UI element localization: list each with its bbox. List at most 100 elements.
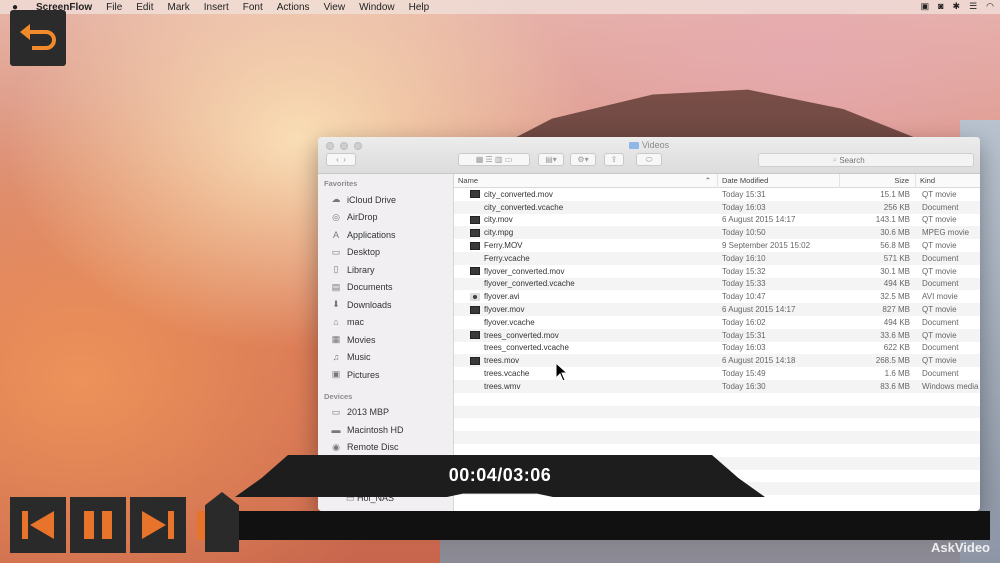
file-movie-icon xyxy=(470,241,480,250)
file-name-cell: trees_converted.mov xyxy=(454,331,718,340)
file-date: 6 August 2015 14:17 xyxy=(722,305,796,315)
file-kind: QT movie xyxy=(922,356,957,366)
file-row[interactable]: Ferry.vcache Today 16:10 571 KB Document xyxy=(454,251,980,265)
sidebar-item-label: Pictures xyxy=(347,369,380,380)
file-row[interactable]: city.mpg Today 10:50 30.6 MB MPEG movie xyxy=(454,226,980,240)
sidebar-item-applications[interactable]: A Applications xyxy=(318,226,453,244)
wifi-icon[interactable]: ◠ xyxy=(986,1,994,12)
sidebar-item-library[interactable]: ▯ Library xyxy=(318,261,453,279)
file-date: 6 August 2015 14:17 xyxy=(722,215,796,225)
file-kind: Document xyxy=(922,202,959,212)
screen-mirror-icon[interactable]: ▣ xyxy=(921,1,930,12)
finder-toolbar: Videos ‹ › ▦ ☰ ▥ ▭ ▤▾ ⚙▾ ⇪ ⬭ ⌕ xyxy=(318,137,980,174)
share-button[interactable]: ⇪ xyxy=(604,153,624,166)
coverflow-view-icon[interactable]: ▭ xyxy=(505,155,513,164)
action-button[interactable]: ⚙▾ xyxy=(570,153,596,166)
empty-row xyxy=(454,431,980,444)
file-name: flyover_converted.vcache xyxy=(484,279,575,289)
menu-window[interactable]: Window xyxy=(359,2,395,13)
file-size: 268.5 MB xyxy=(875,356,910,366)
icon-view-icon[interactable]: ▦ xyxy=(476,155,484,164)
list-view-icon[interactable]: ☰ xyxy=(486,155,493,164)
file-row[interactable]: trees.mov 6 August 2015 14:18 268.5 MB QT m… xyxy=(454,354,980,368)
progress-knob[interactable] xyxy=(205,492,239,552)
chevron-left-icon[interactable]: ‹ xyxy=(336,155,339,164)
file-row[interactable]: city_converted.vcache Today 16:03 256 KB Do… xyxy=(454,200,980,214)
column-name[interactable]: Name ⌃ xyxy=(454,173,718,188)
sidebar-item-desktop[interactable]: ▭ Desktop xyxy=(318,244,453,262)
file-kind: Document xyxy=(922,279,959,289)
chevron-right-icon[interactable]: › xyxy=(343,155,346,164)
search-field[interactable]: ⌕ xyxy=(758,153,974,167)
menu-edit[interactable]: Edit xyxy=(136,2,153,13)
pause-button[interactable] xyxy=(70,497,126,553)
tags-button[interactable]: ⬭ xyxy=(636,153,662,166)
column-date-modified[interactable]: Date Modified xyxy=(718,173,840,188)
file-date: Today 16:03 xyxy=(722,343,766,353)
file-row[interactable]: trees_converted.mov Today 15:31 33.6 MB QT … xyxy=(454,328,980,342)
sidebar-item-airdrop[interactable]: ◎ AirDrop xyxy=(318,209,453,227)
file-row[interactable]: Ferry.MOV 9 September 2015 15:02 56.8 MB QT… xyxy=(454,239,980,252)
menu-font[interactable]: Font xyxy=(243,2,263,13)
menu-help[interactable]: Help xyxy=(409,2,430,13)
sidebar-item-pictures[interactable]: ▣ Pictures xyxy=(318,366,453,384)
file-name: flyover.mov xyxy=(484,305,525,315)
sidebar-item-downloads[interactable]: ⬇ Downloads xyxy=(318,296,453,314)
bluetooth-icon[interactable]: ✱ xyxy=(953,1,961,12)
menu-bar: ● ScreenFlow File Edit Mark Insert Font … xyxy=(0,0,1000,14)
sidebar-item-documents[interactable]: ▤ Documents xyxy=(318,279,453,297)
sidebar-item-2013-mbp[interactable]: ▭ 2013 MBP xyxy=(318,404,453,422)
file-name: Ferry.MOV xyxy=(484,241,523,251)
sidebar-item-label: Movies xyxy=(347,334,376,345)
file-row[interactable]: city_converted.mov Today 15:31 15.1 MB QT m… xyxy=(454,188,980,201)
file-kind: Document xyxy=(922,317,959,327)
back-button[interactable] xyxy=(10,10,66,66)
file-row[interactable]: flyover.avi Today 10:47 32.5 MB AVI movie xyxy=(454,290,980,303)
desktop-icon: ▭ xyxy=(331,246,341,257)
sidebar-item-music[interactable]: ♫ Music xyxy=(318,349,453,367)
file-row[interactable]: trees_converted.vcache Today 16:03 622 KB D… xyxy=(454,342,980,355)
back-forward-buttons[interactable]: ‹ › xyxy=(326,153,356,166)
record-icon[interactable]: ◙ xyxy=(938,1,943,12)
file-row[interactable]: flyover_converted.vcache Today 15:33 494 K… xyxy=(454,277,980,291)
sidebar-item-macintosh-hd[interactable]: ▬ Macintosh HD xyxy=(318,421,453,439)
skip-forward-button[interactable] xyxy=(130,497,186,553)
skip-back-button[interactable] xyxy=(10,497,66,553)
arrange-button[interactable]: ▤▾ xyxy=(538,153,564,166)
spotlight-icon[interactable]: ☰ xyxy=(969,1,977,12)
file-name: trees_converted.vcache xyxy=(484,343,569,353)
sidebar-item-remote-disc[interactable]: ◉ Remote Disc xyxy=(318,439,453,457)
file-row[interactable]: trees.vcache Today 15:49 1.6 MB Document xyxy=(454,367,980,380)
file-document-icon xyxy=(470,344,480,352)
file-size: 143.1 MB xyxy=(875,215,910,225)
sidebar-item-mac[interactable]: ⌂ mac xyxy=(318,314,453,332)
file-movie-icon xyxy=(470,331,480,340)
menu-file[interactable]: File xyxy=(106,2,122,13)
file-row[interactable]: flyover.vcache Today 16:02 494 KB Document xyxy=(454,316,980,329)
menu-mark[interactable]: Mark xyxy=(168,2,190,13)
downloads-icon: ⬇ xyxy=(332,299,340,310)
search-input[interactable] xyxy=(839,155,900,165)
file-name: flyover.vcache xyxy=(484,317,535,327)
file-size: 15.1 MB xyxy=(880,189,910,199)
sidebar-item-icloud-drive[interactable]: ☁ iCloud Drive xyxy=(318,191,453,209)
file-kind: QT movie xyxy=(922,266,957,276)
column-kind[interactable]: Kind xyxy=(916,174,980,188)
file-row[interactable]: flyover_converted.mov Today 15:32 30.1 MB Q… xyxy=(454,265,980,278)
progress-track[interactable] xyxy=(197,511,990,540)
file-date: Today 10:50 xyxy=(722,228,766,238)
file-name-cell: Ferry.vcache xyxy=(454,254,718,263)
menu-actions[interactable]: Actions xyxy=(277,2,310,13)
file-size: 494 KB xyxy=(883,317,910,327)
column-size[interactable]: Size xyxy=(840,173,916,188)
sidebar-item-movies[interactable]: ▦ Movies xyxy=(318,331,453,349)
file-kind: QT movie xyxy=(922,330,957,340)
column-view-icon[interactable]: ▥ xyxy=(495,155,503,164)
file-row[interactable]: trees.wmv Today 16:30 83.6 MB Windows media xyxy=(454,379,980,393)
file-row[interactable]: flyover.mov 6 August 2015 14:17 827 MB QT m… xyxy=(454,303,980,316)
view-mode-buttons[interactable]: ▦ ☰ ▥ ▭ xyxy=(458,153,530,166)
menu-view[interactable]: View xyxy=(324,2,346,13)
skip-back-icon xyxy=(22,511,54,539)
menu-insert[interactable]: Insert xyxy=(204,2,229,13)
file-row[interactable]: city.mov 6 August 2015 14:17 143.1 MB QT mo… xyxy=(454,214,980,227)
